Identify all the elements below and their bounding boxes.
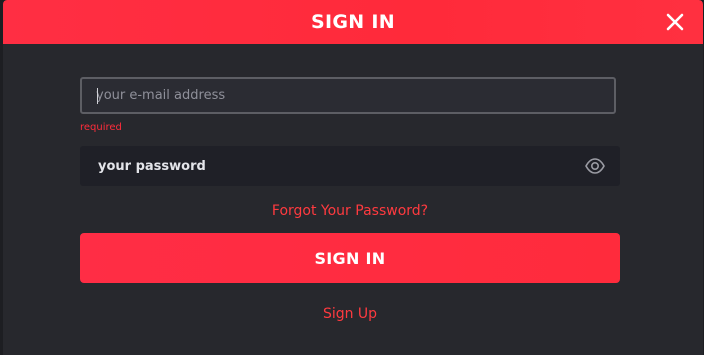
close-icon[interactable] xyxy=(663,10,687,34)
sign-in-button[interactable]: SIGN IN xyxy=(80,233,620,283)
password-field-wrapper xyxy=(80,146,620,186)
modal-title: SIGN IN xyxy=(311,11,395,33)
forgot-password-link[interactable]: Forgot Your Password? xyxy=(0,203,700,219)
email-field[interactable] xyxy=(80,77,616,114)
email-required-error: required xyxy=(80,122,122,133)
password-field[interactable] xyxy=(80,146,560,186)
text-caret xyxy=(97,88,98,104)
eye-icon[interactable] xyxy=(584,156,606,176)
sign-up-link[interactable]: Sign Up xyxy=(0,306,700,322)
